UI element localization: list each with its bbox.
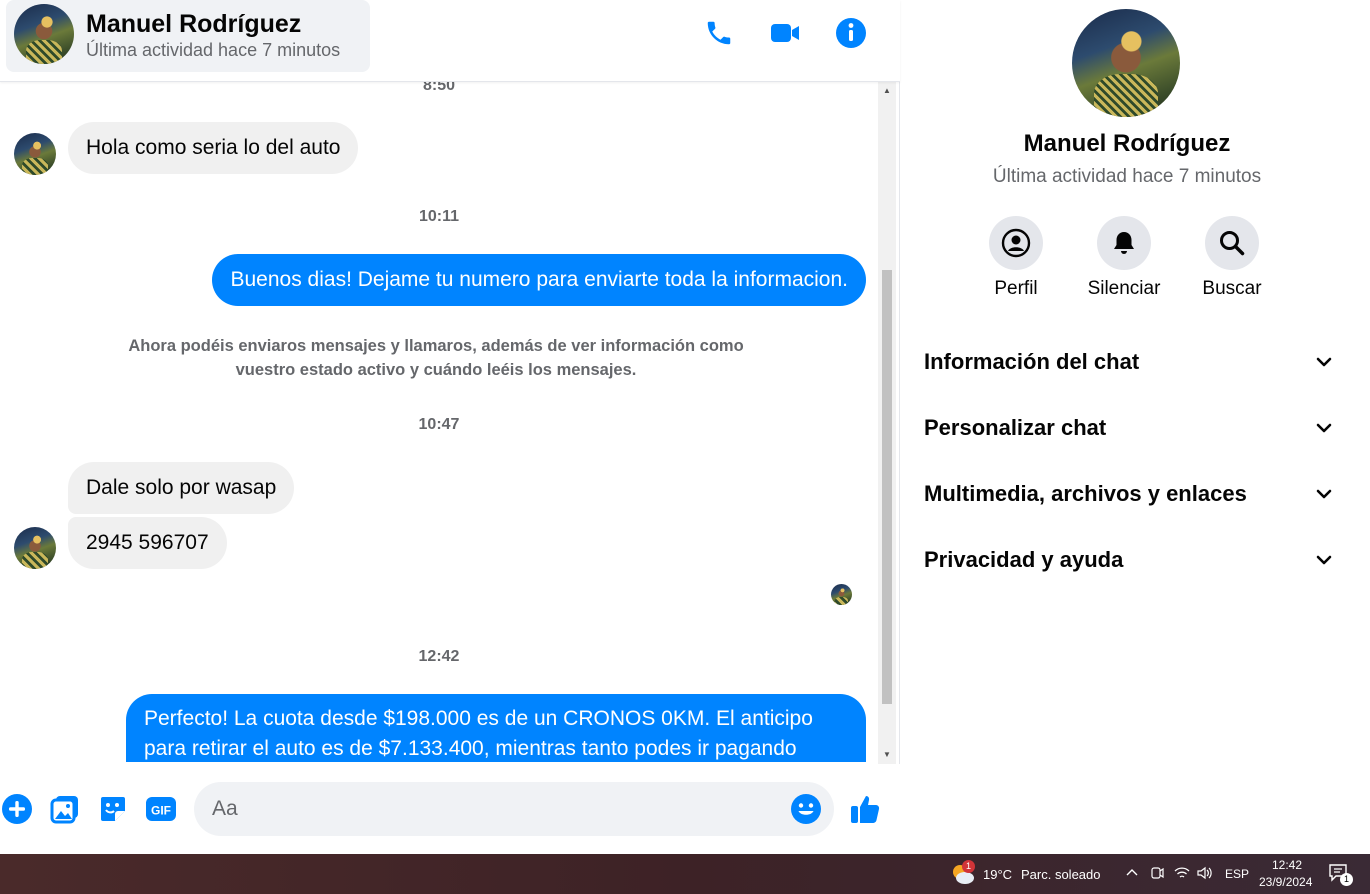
section-customize-chat[interactable]: Personalizar chat bbox=[924, 403, 1334, 453]
profile-label: Perfil bbox=[994, 278, 1038, 299]
sticker-icon[interactable] bbox=[96, 792, 130, 826]
scroll-thumb[interactable] bbox=[882, 270, 892, 704]
timestamp: 10:11 bbox=[418, 208, 460, 225]
sender-avatar[interactable] bbox=[14, 527, 56, 569]
chevron-down-icon bbox=[1316, 357, 1332, 367]
mute-label: Silenciar bbox=[1087, 278, 1161, 299]
conversation-details-panel: Manuel Rodríguez Última actividad hace 7… bbox=[901, 0, 1353, 854]
message-input-wrapper bbox=[194, 782, 834, 836]
incoming-message[interactable]: Hola como seria lo del auto bbox=[68, 122, 359, 174]
mute-button[interactable]: Silenciar bbox=[1069, 216, 1179, 300]
section-privacy-support[interactable]: Privacidad y ayuda bbox=[924, 535, 1334, 585]
meet-icon[interactable] bbox=[1150, 866, 1164, 885]
svg-text:GIF: GIF bbox=[151, 804, 171, 818]
message-input[interactable] bbox=[212, 782, 772, 836]
message-line: para retirar el auto es de $7.133.400, m… bbox=[144, 737, 797, 760]
contact-status: Última actividad hace 7 minutos bbox=[86, 40, 341, 60]
volume-icon[interactable] bbox=[1196, 866, 1212, 885]
like-icon[interactable] bbox=[848, 792, 882, 826]
scroll-up-arrow[interactable]: ▲ bbox=[882, 86, 892, 96]
chevron-down-icon bbox=[1316, 555, 1332, 565]
clock-date[interactable]: 23/9/2024 bbox=[1259, 875, 1312, 889]
weather-icon[interactable]: 1 bbox=[950, 860, 976, 886]
image-icon[interactable] bbox=[48, 792, 82, 826]
language-indicator[interactable]: ESP bbox=[1225, 867, 1249, 881]
profile-icon bbox=[989, 216, 1043, 270]
section-chat-info[interactable]: Información del chat bbox=[924, 337, 1334, 387]
section-media-files-links[interactable]: Multimedia, archivos y enlaces bbox=[924, 469, 1334, 519]
video-icon[interactable] bbox=[768, 16, 802, 50]
contact-name: Manuel Rodríguez bbox=[86, 10, 302, 38]
section-label: Multimedia, archivos y enlaces bbox=[924, 481, 1247, 506]
timestamp: 12:42 bbox=[418, 648, 460, 665]
scroll-down-arrow[interactable]: ▼ bbox=[882, 750, 892, 760]
message-scrollbar[interactable]: ▲ ▼ bbox=[878, 82, 896, 764]
header-contact[interactable]: Manuel Rodríguez Última actividad hace 7… bbox=[6, 0, 370, 72]
notification-center-icon[interactable]: 1 bbox=[1328, 863, 1353, 887]
seen-indicator-avatar bbox=[831, 584, 852, 605]
info-icon[interactable] bbox=[834, 16, 868, 50]
section-label: Personalizar chat bbox=[924, 415, 1107, 440]
messenger-app: Manuel Rodríguez Última actividad hace 7… bbox=[0, 0, 1370, 854]
clock-time[interactable]: 12:42 bbox=[1272, 858, 1302, 872]
section-label: Información del chat bbox=[924, 349, 1140, 374]
composer: GIF bbox=[0, 764, 900, 854]
encryption-notice: Ahora podéis enviaros mensajes y llamaro… bbox=[128, 337, 744, 379]
wifi-icon[interactable] bbox=[1174, 866, 1190, 885]
notification-count: 1 bbox=[1340, 873, 1353, 886]
chevron-down-icon bbox=[1316, 489, 1332, 499]
section-label: Privacidad y ayuda bbox=[924, 547, 1124, 572]
weather-badge: 1 bbox=[962, 860, 975, 873]
panel-contact-name: Manuel Rodríguez bbox=[1023, 130, 1231, 157]
timestamp: 10:47 bbox=[418, 416, 460, 433]
outgoing-message[interactable]: Perfecto! La cuota desde $198.000 es de … bbox=[126, 694, 866, 762]
incoming-message[interactable]: 2945 596707 bbox=[68, 517, 227, 569]
profile-photo[interactable] bbox=[1072, 9, 1180, 117]
search-button[interactable]: Buscar bbox=[1177, 216, 1287, 300]
phone-icon[interactable] bbox=[702, 16, 736, 50]
message-list[interactable]: 8:50 Hola como seria lo del auto 10:11 B… bbox=[0, 82, 878, 762]
contact-avatar[interactable] bbox=[14, 4, 74, 64]
chevron-up-icon[interactable] bbox=[1125, 866, 1139, 883]
weather-desc[interactable]: Parc. soleado bbox=[1021, 867, 1101, 882]
incoming-message[interactable]: Dale solo por wasap bbox=[68, 462, 295, 514]
weather-temp[interactable]: 19°C bbox=[983, 867, 1012, 882]
emoji-icon[interactable] bbox=[790, 793, 822, 825]
outgoing-message[interactable]: Buenos dias! Dejame tu numero para envia… bbox=[212, 254, 866, 306]
chat-column: Manuel Rodríguez Última actividad hace 7… bbox=[0, 0, 900, 854]
profile-button[interactable]: Perfil bbox=[961, 216, 1071, 300]
gif-icon[interactable]: GIF bbox=[144, 792, 178, 826]
timestamp: 8:50 bbox=[422, 82, 456, 94]
message-line: Perfecto! La cuota desde $198.000 es de … bbox=[144, 707, 813, 730]
window-right-edge bbox=[1353, 0, 1370, 854]
panel-contact-status: Última actividad hace 7 minutos bbox=[992, 166, 1262, 187]
chat-header: Manuel Rodríguez Última actividad hace 7… bbox=[0, 0, 900, 82]
plus-icon[interactable] bbox=[0, 792, 34, 826]
sender-avatar[interactable] bbox=[14, 133, 56, 175]
search-label: Buscar bbox=[1202, 278, 1262, 299]
chevron-down-icon bbox=[1316, 423, 1332, 433]
search-icon bbox=[1205, 216, 1259, 270]
bell-icon bbox=[1097, 216, 1151, 270]
windows-taskbar: 1 19°C Parc. soleado ESP 12:42 23/9/2024… bbox=[0, 854, 1370, 894]
